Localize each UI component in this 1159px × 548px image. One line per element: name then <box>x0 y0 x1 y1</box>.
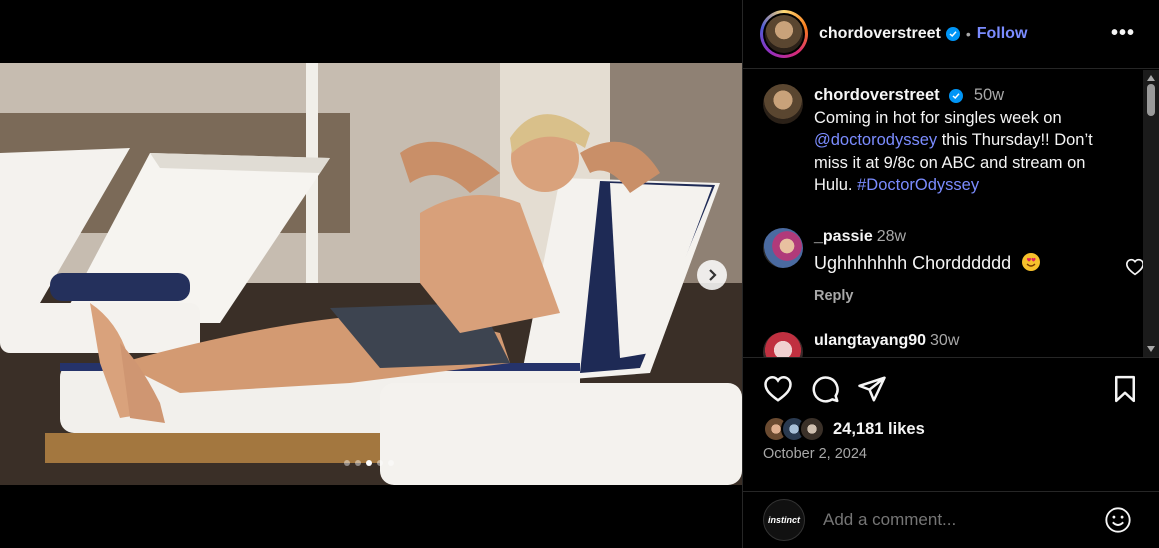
heart-eyes-emoji-icon <box>1022 253 1041 271</box>
reply-button[interactable]: Reply <box>814 288 1133 304</box>
caption-body-1: Coming in hot for singles week on <box>814 108 1062 127</box>
comment-timestamp[interactable]: 30w <box>930 332 959 349</box>
post-media <box>0 0 742 548</box>
carousel-dot <box>355 460 361 466</box>
like-heart-icon[interactable] <box>763 374 793 404</box>
scroll-up-arrow-icon[interactable] <box>1147 75 1155 81</box>
verified-badge-icon <box>949 89 964 103</box>
verified-badge-icon <box>945 27 960 41</box>
avatar-image <box>765 15 803 53</box>
emoji-picker-icon[interactable] <box>1104 506 1132 534</box>
checkmark-icon <box>949 31 957 38</box>
share-paper-plane-icon[interactable] <box>857 374 887 404</box>
post-header: chordoverstreet • Follow ••• <box>743 0 1159 69</box>
comment-text: Ughhhhhhh Chordddddd <box>814 253 1012 273</box>
action-bar <box>763 374 887 404</box>
comments-scrollbar[interactable] <box>1143 70 1159 357</box>
comment-bubble-icon[interactable] <box>810 374 840 404</box>
comments-scroll-area[interactable]: chordoverstreet 50w Coming in hot for si… <box>743 70 1159 357</box>
post-caption: chordoverstreet 50w Coming in hot for si… <box>763 84 1123 197</box>
post-actions-section: 24,181 likes October 2, 2024 <box>743 357 1159 462</box>
chevron-right-icon <box>709 269 717 281</box>
comment-item: ulangtayang90 30w <box>763 332 1133 357</box>
caption-text: chordoverstreet 50w Coming in hot for si… <box>814 84 1123 197</box>
post-side-panel: chordoverstreet • Follow ••• chordoverst… <box>742 0 1159 548</box>
comment-timestamp[interactable]: 28w <box>877 228 906 245</box>
carousel-dot <box>366 460 372 466</box>
next-photo-button[interactable] <box>697 260 727 290</box>
follow-button[interactable]: Follow <box>977 25 1028 43</box>
carousel-dot <box>344 460 350 466</box>
author-avatar[interactable] <box>760 10 808 58</box>
current-user-avatar[interactable]: instinct <box>763 499 805 541</box>
liker-avatar[interactable] <box>799 416 825 442</box>
commenter-avatar[interactable] <box>763 228 803 268</box>
post-date[interactable]: October 2, 2024 <box>763 446 867 462</box>
add-comment-bar: instinct <box>743 491 1159 548</box>
likes-count[interactable]: 24,181 likes <box>833 420 925 439</box>
scroll-thumb[interactable] <box>1147 84 1155 116</box>
add-comment-input[interactable] <box>821 509 1095 531</box>
caption-avatar[interactable] <box>763 84 803 124</box>
commenter-avatar[interactable] <box>763 332 803 357</box>
carousel-indicator <box>344 460 394 466</box>
more-options-icon[interactable]: ••• <box>1111 22 1135 45</box>
separator-dot: • <box>965 26 971 42</box>
carousel-dot <box>377 460 383 466</box>
mention-link[interactable]: @doctorodyssey <box>814 131 937 149</box>
post-photo[interactable] <box>0 63 742 485</box>
likes-row: 24,181 likes <box>763 416 925 442</box>
save-bookmark-icon[interactable] <box>1110 374 1140 404</box>
photo-illustration <box>0 63 742 485</box>
comment-item: _passie 28w Ughhhhhhh Chordddddd Reply <box>763 228 1145 304</box>
checkmark-icon <box>952 93 960 100</box>
like-comment-heart-icon[interactable] <box>1125 258 1145 276</box>
author-username[interactable]: chordoverstreet <box>819 25 941 43</box>
hashtag-link[interactable]: #DoctorOdyssey <box>857 176 979 194</box>
caption-username[interactable]: chordoverstreet <box>814 86 940 104</box>
commenter-username[interactable]: _passie <box>814 228 873 245</box>
scroll-down-arrow-icon[interactable] <box>1147 346 1155 352</box>
caption-timestamp[interactable]: 50w <box>974 86 1004 104</box>
commenter-username[interactable]: ulangtayang90 <box>814 332 926 349</box>
carousel-dot <box>388 460 394 466</box>
